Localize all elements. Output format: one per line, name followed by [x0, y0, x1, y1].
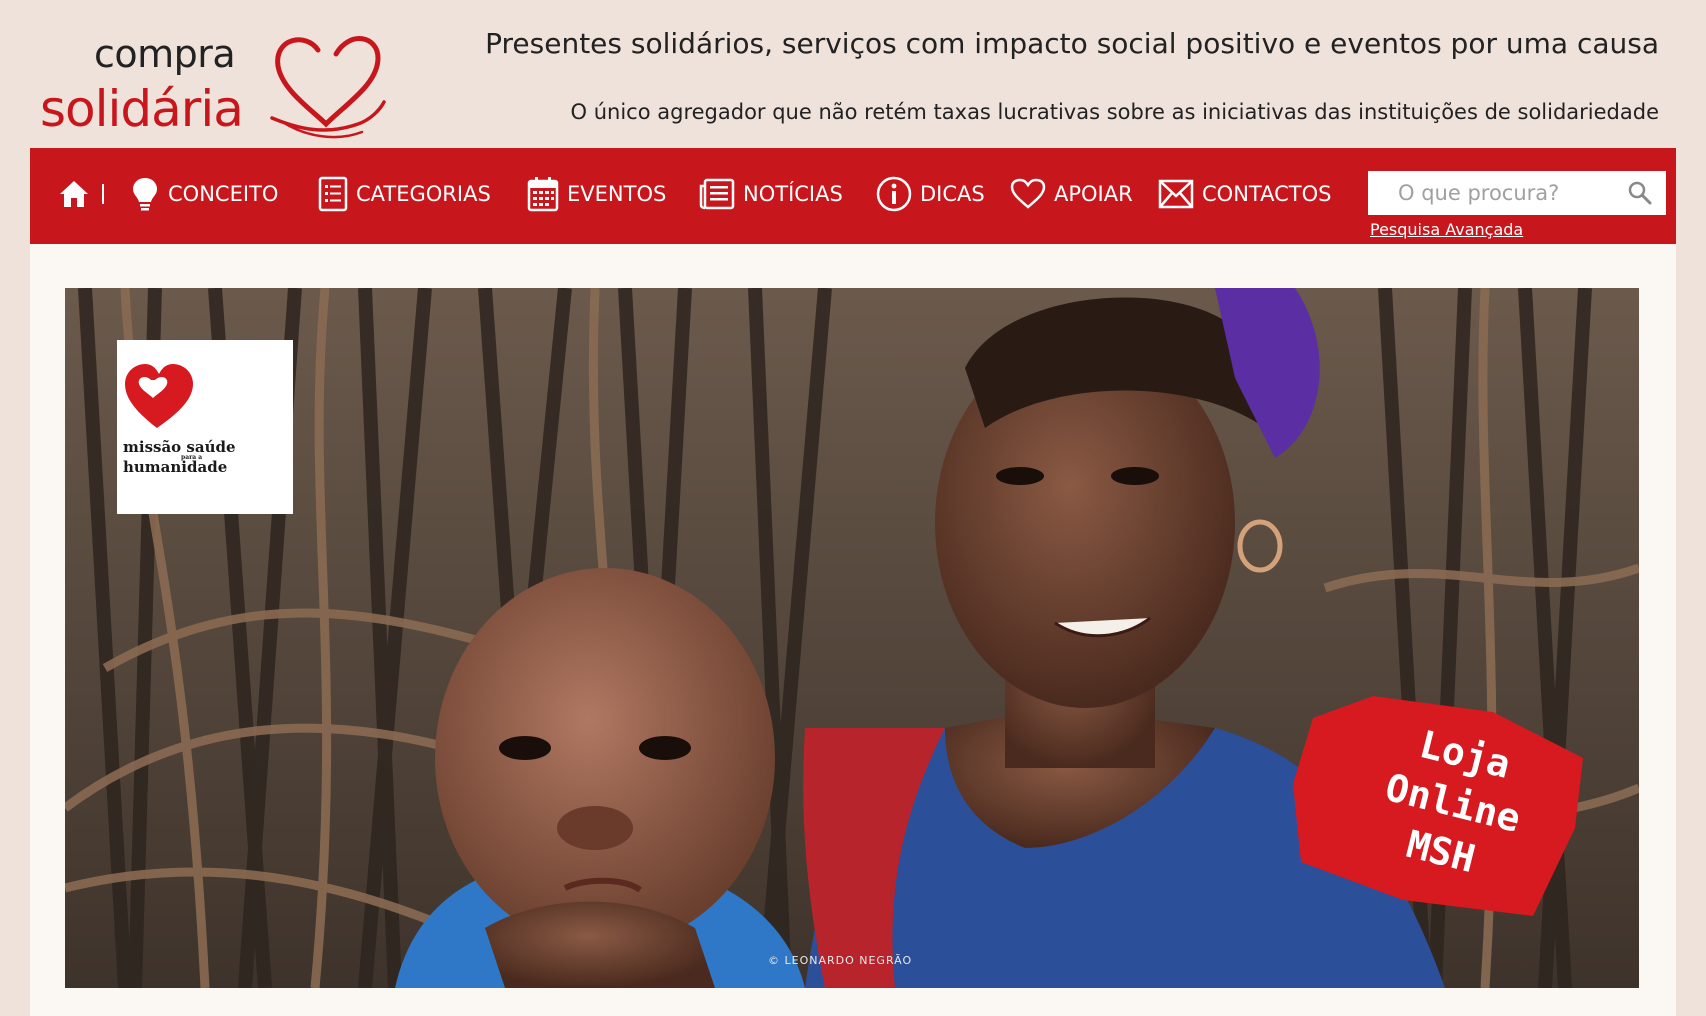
hero-banner[interactable]: missão saúde para a humanidade Loja Onli…: [65, 288, 1639, 988]
nav-home[interactable]: [58, 172, 90, 216]
search-icon[interactable]: [1628, 181, 1652, 205]
site-subtagline: O único agregador que não retém taxas lu…: [570, 100, 1659, 124]
heart-logo-icon: [125, 364, 193, 428]
home-icon: [60, 181, 88, 207]
site-tagline: Presentes solidários, serviços com impac…: [485, 27, 1659, 60]
partner-logo-line2: humanidade: [123, 458, 228, 476]
nav-label-noticias: NOTÍCIAS: [743, 182, 843, 206]
nav-item-dicas[interactable]: DICAS: [876, 172, 985, 216]
nav-label-dicas: DICAS: [920, 182, 985, 206]
nav-label-conceito: CONCEITO: [168, 182, 279, 206]
list-icon: [318, 176, 348, 212]
partner-logo[interactable]: missão saúde para a humanidade: [117, 340, 293, 514]
main-content: missão saúde para a humanidade Loja Onli…: [30, 244, 1676, 1016]
nav-item-contactos[interactable]: CONTACTOS: [1158, 172, 1331, 216]
lightbulb-icon: [133, 178, 157, 211]
main-navbar: CONCEITO CATEGORIAS EVENTOS NOTÍCIAS DIC…: [30, 148, 1676, 244]
logo-word-compra: compra: [94, 32, 236, 76]
nav-label-apoiar: APOIAR: [1054, 182, 1133, 206]
partner-logo-line1: missão saúde: [123, 438, 236, 456]
envelope-icon: [1158, 179, 1194, 209]
promo-badge[interactable]: Loja Online MSH: [1283, 688, 1613, 918]
heart-hand-logo-icon: [270, 36, 386, 139]
nav-item-conceito[interactable]: CONCEITO: [130, 172, 278, 216]
photo-credit: © LEONARDO NEGRÃO: [768, 954, 913, 967]
advanced-search-link[interactable]: Pesquisa Avançada: [1370, 220, 1523, 239]
logo-word-solidaria: solidária: [40, 80, 244, 138]
heart-icon: [1010, 178, 1046, 209]
nav-label-contactos: CONTACTOS: [1202, 182, 1332, 206]
search-box: [1368, 171, 1666, 215]
newspaper-icon: [699, 178, 735, 210]
nav-item-eventos[interactable]: EVENTOS: [527, 172, 666, 216]
nav-label-eventos: EVENTOS: [567, 182, 667, 206]
nav-item-categorias[interactable]: CATEGORIAS: [318, 172, 491, 216]
nav-label-categorias: CATEGORIAS: [356, 182, 491, 206]
site-logo[interactable]: compra solidária: [38, 28, 386, 140]
search-input[interactable]: [1368, 173, 1618, 213]
nav-item-apoiar[interactable]: APOIAR: [1010, 172, 1133, 216]
nav-separator: [102, 184, 104, 204]
info-icon: [876, 176, 912, 212]
calendar-icon: [527, 177, 559, 212]
nav-item-noticias[interactable]: NOTÍCIAS: [699, 172, 843, 216]
